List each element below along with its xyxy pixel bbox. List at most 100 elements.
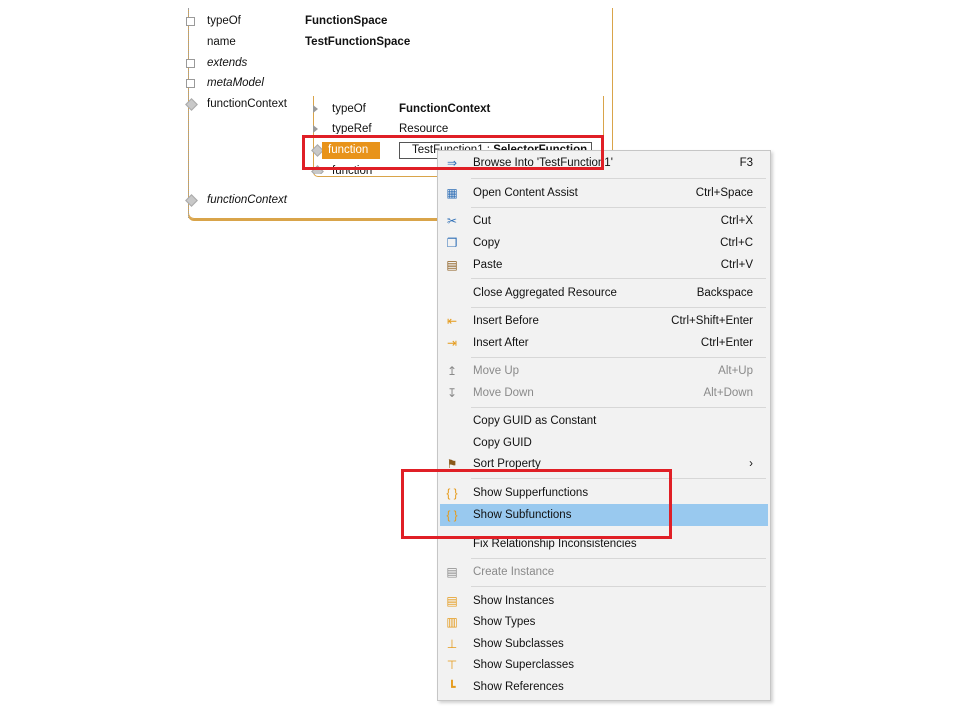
menu-item-close-aggregated-resource[interactable]: Close Aggregated Resource Backspace xyxy=(440,282,768,304)
menu-item-show-instances[interactable]: ▤ Show Instances xyxy=(440,590,768,612)
show-subclasses-icon: ⊥ xyxy=(446,637,458,651)
menu-item-label: Insert After xyxy=(473,337,529,349)
property-value: FunctionSpace xyxy=(305,15,388,27)
menu-item-label: Show Subclasses xyxy=(473,638,564,650)
property-value: TestFunctionSpace xyxy=(305,36,411,48)
highlight-menu-box xyxy=(401,469,672,539)
menu-item-shortcut: Ctrl+X xyxy=(720,215,753,227)
sort-property-icon: ⚑ xyxy=(446,457,458,469)
menu-item-copy-guid[interactable]: Copy GUID xyxy=(440,432,768,454)
menu-item-label: Show Instances xyxy=(473,595,555,607)
property-name: name xyxy=(207,36,236,48)
menu-separator xyxy=(471,558,766,559)
menu-item-shortcut: Ctrl+Space xyxy=(695,187,753,199)
show-superclasses-icon: ⊤ xyxy=(446,658,458,672)
highlight-function-box xyxy=(302,135,604,170)
property-name: functionContext xyxy=(207,194,287,206)
menu-separator xyxy=(471,307,766,308)
show-references-icon: ┗ xyxy=(448,680,456,694)
empty-slot-icon xyxy=(186,59,195,68)
insert-after-icon: ⇥ xyxy=(446,336,458,350)
property-name: extends xyxy=(207,57,248,69)
expand-icon[interactable] xyxy=(313,105,318,113)
show-types-icon: ▥ xyxy=(446,615,458,629)
property-row-typeof[interactable]: typeOf FunctionSpace xyxy=(186,12,606,30)
menu-item-move-up[interactable]: ↥ Move Up Alt+Up xyxy=(440,360,768,382)
menu-item-copy-guid-as-constant[interactable]: Copy GUID as Constant xyxy=(440,410,768,432)
menu-item-label: Open Content Assist xyxy=(473,187,578,199)
menu-item-show-types[interactable]: ▥ Show Types xyxy=(440,611,768,633)
menu-item-label: Insert Before xyxy=(473,315,539,327)
menu-item-label: Show Superclasses xyxy=(473,659,574,671)
property-name: typeOf xyxy=(332,103,366,115)
menu-separator xyxy=(471,207,766,208)
move-up-icon: ↥ xyxy=(446,364,458,378)
menu-item-paste[interactable]: ▤ Paste Ctrl+V xyxy=(440,254,768,276)
property-row-metamodel[interactable]: metaModel xyxy=(186,74,606,92)
menu-item-label: Copy xyxy=(473,237,500,249)
menu-item-shortcut: Ctrl+V xyxy=(720,259,753,271)
copy-icon: ❐ xyxy=(446,236,458,250)
menu-separator xyxy=(471,586,766,587)
menu-separator xyxy=(471,278,766,279)
property-value: FunctionContext xyxy=(399,103,491,115)
inner-row-typeof[interactable]: typeOf FunctionContext xyxy=(311,100,601,118)
menu-item-show-references[interactable]: ┗ Show References xyxy=(440,676,768,698)
aggregation-icon xyxy=(185,98,198,111)
menu-item-shortcut: Ctrl+C xyxy=(720,237,753,249)
menu-item-open-content-assist[interactable]: ▦ Open Content Assist Ctrl+Space xyxy=(440,182,768,204)
menu-item-shortcut: Ctrl+Enter xyxy=(700,337,753,349)
menu-separator xyxy=(471,407,766,408)
menu-item-create-instance[interactable]: ▤ Create Instance xyxy=(440,561,768,583)
menu-item-shortcut: F3 xyxy=(739,157,753,169)
menu-item-label: Move Down xyxy=(473,387,534,399)
menu-item-insert-after[interactable]: ⇥ Insert After Ctrl+Enter xyxy=(440,332,768,354)
property-name: functionContext xyxy=(207,98,287,110)
menu-item-label: Copy GUID xyxy=(473,437,532,449)
menu-item-label: Copy GUID as Constant xyxy=(473,415,597,427)
submenu-arrow-icon: › xyxy=(749,458,753,469)
menu-item-shortcut: Ctrl+Shift+Enter xyxy=(671,315,753,327)
property-row-functioncontext-bottom[interactable]: functionContext xyxy=(185,191,386,209)
menu-separator xyxy=(471,357,766,358)
menu-item-label: Close Aggregated Resource xyxy=(473,287,617,299)
move-down-icon: ↧ xyxy=(446,386,458,400)
property-name: metaModel xyxy=(207,77,264,89)
context-menu: ⇒ Browse Into 'TestFunction1' F3 ▦ Open … xyxy=(437,150,771,701)
cut-icon: ✂ xyxy=(446,214,458,228)
property-row-functioncontext[interactable]: functionContext xyxy=(185,95,316,113)
menu-item-sort-property[interactable]: ⚑ Sort Property › xyxy=(440,453,768,469)
menu-item-label: Sort Property xyxy=(473,458,541,469)
property-row-name[interactable]: name TestFunctionSpace xyxy=(186,33,606,51)
menu-item-label: Paste xyxy=(473,259,503,271)
insert-before-icon: ⇤ xyxy=(446,314,458,328)
menu-item-shortcut: Alt+Up xyxy=(718,365,753,377)
menu-item-move-down[interactable]: ↧ Move Down Alt+Down xyxy=(440,382,768,404)
show-instances-icon: ▤ xyxy=(446,594,458,608)
empty-slot-icon xyxy=(186,79,195,88)
expand-icon[interactable] xyxy=(313,125,318,133)
property-value: Resource xyxy=(399,123,449,134)
menu-item-cut[interactable]: ✂ Cut Ctrl+X xyxy=(440,210,768,232)
property-name: typeRef xyxy=(332,123,372,134)
expand-icon[interactable] xyxy=(186,17,195,26)
create-instance-icon: ▤ xyxy=(446,565,458,579)
menu-separator xyxy=(471,178,766,179)
paste-icon: ▤ xyxy=(446,258,458,272)
property-row-extends[interactable]: extends xyxy=(186,54,606,72)
menu-item-shortcut: Backspace xyxy=(696,287,753,299)
menu-item-show-superclasses[interactable]: ⊤ Show Superclasses xyxy=(440,654,768,676)
menu-item-label: Move Up xyxy=(473,365,520,377)
menu-item-label: Cut xyxy=(473,215,491,227)
menu-item-show-subclasses[interactable]: ⊥ Show Subclasses xyxy=(440,633,768,655)
content-assist-icon: ▦ xyxy=(446,186,458,200)
menu-item-copy[interactable]: ❐ Copy Ctrl+C xyxy=(440,232,768,254)
inner-row-typeref[interactable]: typeRef Resource xyxy=(311,120,601,134)
aggregation-icon xyxy=(185,194,198,207)
menu-item-label: Show References xyxy=(473,681,564,693)
menu-item-label: Create Instance xyxy=(473,566,555,578)
property-name: typeOf xyxy=(207,15,241,27)
menu-item-shortcut: Alt+Down xyxy=(703,387,753,399)
menu-item-label: Show Types xyxy=(473,616,536,628)
menu-item-insert-before[interactable]: ⇤ Insert Before Ctrl+Shift+Enter xyxy=(440,310,768,332)
